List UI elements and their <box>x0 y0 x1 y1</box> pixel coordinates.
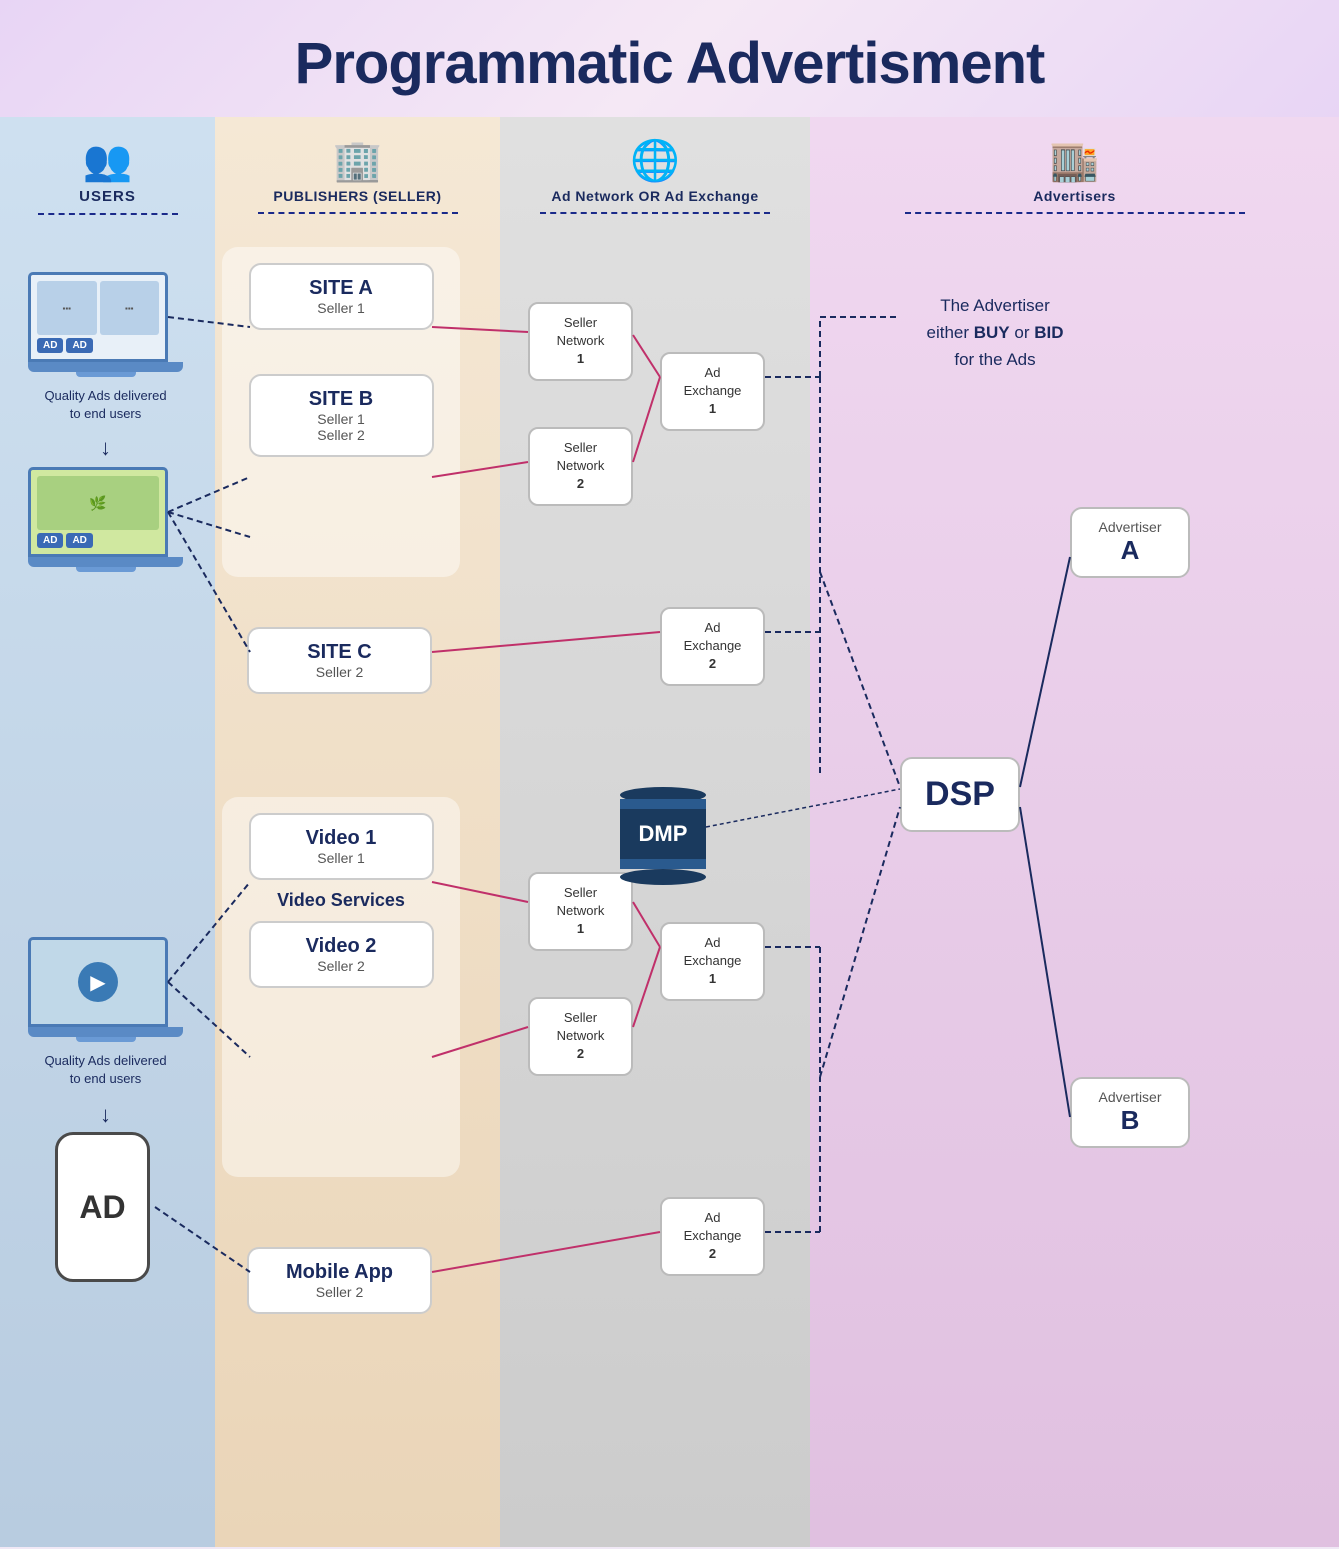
col-advertisers-header: 🏬 Advertisers <box>810 137 1339 214</box>
site-c-seller: Seller 2 <box>265 664 414 680</box>
arrow-down-2: ↓ <box>100 1102 111 1128</box>
mobile-app-seller: Seller 2 <box>265 1284 414 1300</box>
site-a-box: SITE A Seller 1 <box>249 263 434 330</box>
site-b-seller: Seller 1Seller 2 <box>267 411 416 443</box>
video2-name: Video 2 <box>267 935 416 958</box>
mobile-app-box: Mobile App Seller 2 <box>247 1247 432 1314</box>
dsp-label: DSP <box>925 775 995 813</box>
full-diagram: 👥 USERS 🏢 PUBLISHERS (SELLER) 🌐 Ad Netwo… <box>0 117 1339 1547</box>
site-b-name: SITE B <box>267 388 416 411</box>
page-wrapper: Programmatic Advertisment 👥 USERS 🏢 PUBL… <box>0 0 1339 1547</box>
seller-network-2-bottom: SellerNetwork2 <box>528 997 633 1076</box>
site-b-box: SITE B Seller 1Seller 2 <box>249 374 434 457</box>
network-label: Ad Network OR Ad Exchange <box>551 188 758 204</box>
laptop-device-2: 🌿 AD AD <box>28 467 183 572</box>
advertiser-b-label: Advertiser <box>1080 1089 1180 1105</box>
dsp-box: DSP <box>900 757 1020 832</box>
buy-bid-text: The Advertisereither BUY or BIDfor the A… <box>825 292 1165 374</box>
mobile-app-name: Mobile App <box>265 1261 414 1284</box>
dmp-container: DMP <box>618 787 708 885</box>
quality-text-2: Quality Ads deliveredto end users <box>8 1052 203 1088</box>
ad-exchange-1-bottom: AdExchange1 <box>660 922 765 1001</box>
ad-exchange-2-top: AdExchange2 <box>660 607 765 686</box>
video1-box: Video 1 Seller 1 <box>249 813 434 880</box>
video-services-group: Video 1 Seller 1 Video Services Video 2 … <box>222 797 460 1177</box>
advertiser-a-box: Advertiser A <box>1070 507 1190 578</box>
site-a-seller: Seller 1 <box>267 300 416 316</box>
main-diagram: 👥 USERS 🏢 PUBLISHERS (SELLER) 🌐 Ad Netwo… <box>0 117 1339 1547</box>
page-title: Programmatic Advertisment <box>20 30 1319 97</box>
dmp-label: DMP <box>639 821 688 847</box>
site-c-box: SITE C Seller 2 <box>247 627 432 694</box>
network-divider <box>540 212 770 214</box>
advertisers-label: Advertisers <box>1033 188 1116 204</box>
video1-seller: Seller 1 <box>267 850 416 866</box>
video2-box: Video 2 Seller 2 <box>249 921 434 988</box>
advertisers-divider <box>905 212 1245 214</box>
laptop-device-1: ▪▪▪ ▪▪▪ AD AD <box>28 272 183 377</box>
advertisers-icon: 🏬 <box>1050 137 1100 184</box>
site-a-name: SITE A <box>267 277 416 300</box>
seller-network-2-top: SellerNetwork2 <box>528 427 633 506</box>
ad-exchange-2-bottom: AdExchange2 <box>660 1197 765 1276</box>
publishers-divider <box>258 212 458 214</box>
publishers-label: PUBLISHERS (SELLER) <box>273 188 441 204</box>
video2-seller: Seller 2 <box>267 958 416 974</box>
col-network-header: 🌐 Ad Network OR Ad Exchange <box>500 137 810 214</box>
col-publishers-header: 🏢 PUBLISHERS (SELLER) <box>215 137 500 214</box>
col-users-header: 👥 USERS <box>0 137 215 215</box>
arrow-down-1: ↓ <box>100 435 111 461</box>
publishers-icon: 🏢 <box>333 137 383 184</box>
site-c-name: SITE C <box>265 641 414 664</box>
seller-network-1-top: SellerNetwork1 <box>528 302 633 381</box>
quality-text-1: Quality Ads deliveredto end users <box>8 387 203 423</box>
header: Programmatic Advertisment <box>0 0 1339 117</box>
advertiser-b-box: Advertiser B <box>1070 1077 1190 1148</box>
advertiser-a-label: Advertiser <box>1080 519 1180 535</box>
network-icon: 🌐 <box>630 137 680 184</box>
video-services-label: Video Services <box>277 890 405 911</box>
video1-name: Video 1 <box>267 827 416 850</box>
ad-exchange-1-top: AdExchange1 <box>660 352 765 431</box>
phone-device: AD <box>55 1132 150 1282</box>
users-label: USERS <box>79 188 136 205</box>
users-divider <box>38 213 178 215</box>
phone-ad-text: AD <box>79 1189 125 1226</box>
advertiser-b-letter: B <box>1080 1105 1180 1136</box>
users-icon: 👥 <box>83 137 133 184</box>
sites-group-container: SITE A Seller 1 SITE B Seller 1Seller 2 <box>222 247 460 577</box>
laptop-device-video: ▶ <box>28 937 183 1042</box>
advertiser-a-letter: A <box>1080 535 1180 566</box>
